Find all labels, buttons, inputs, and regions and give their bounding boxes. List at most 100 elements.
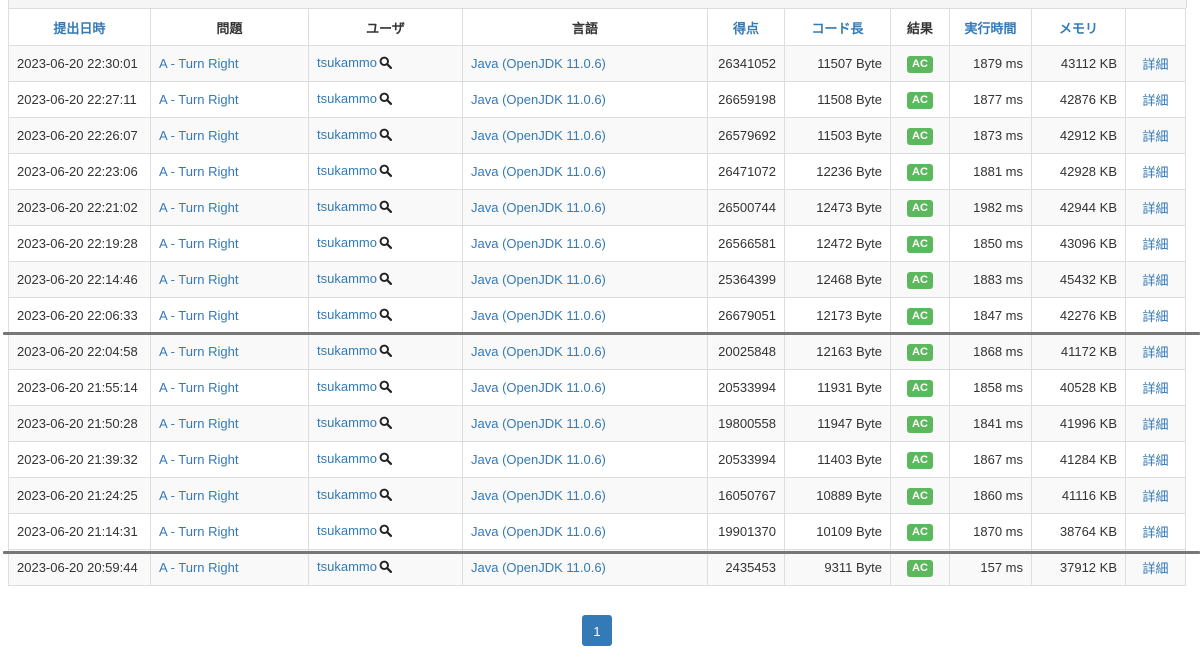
magnifier-icon[interactable]: [379, 200, 392, 216]
magnifier-icon[interactable]: [379, 308, 392, 324]
magnifier-icon[interactable]: [379, 488, 392, 504]
header-submit-time[interactable]: 提出日時: [8, 8, 151, 46]
user-link[interactable]: tsukammo: [317, 451, 377, 466]
user-link[interactable]: tsukammo: [317, 91, 377, 106]
header-code-length[interactable]: コード長: [784, 8, 891, 46]
user-link[interactable]: tsukammo: [317, 235, 377, 250]
language-link[interactable]: Java (OpenJDK 11.0.6): [471, 236, 606, 251]
user-link[interactable]: tsukammo: [317, 523, 377, 538]
magnifier-icon[interactable]: [379, 560, 392, 576]
language-link[interactable]: Java (OpenJDK 11.0.6): [471, 272, 606, 287]
problem-link[interactable]: A - Turn Right: [159, 236, 238, 251]
problem-cell: A - Turn Right: [150, 189, 309, 226]
magnifier-icon[interactable]: [379, 524, 392, 540]
pagination-page-button[interactable]: 1: [582, 615, 612, 646]
status-badge: AC: [907, 487, 933, 505]
language-cell: Java (OpenJDK 11.0.6): [462, 369, 708, 406]
magnifier-icon[interactable]: [379, 380, 392, 396]
problem-link[interactable]: A - Turn Right: [159, 92, 238, 107]
detail-link[interactable]: 詳細: [1142, 309, 1168, 324]
detail-link[interactable]: 詳細: [1142, 201, 1168, 216]
magnifier-icon[interactable]: [379, 344, 392, 360]
submit-time-cell: 2023-06-20 22:04:58: [8, 333, 151, 370]
problem-link[interactable]: A - Turn Right: [159, 560, 238, 575]
header-exec-time[interactable]: 実行時間: [949, 8, 1032, 46]
detail-link[interactable]: 詳細: [1142, 417, 1168, 432]
language-link[interactable]: Java (OpenJDK 11.0.6): [471, 56, 606, 71]
status-badge: AC: [907, 163, 933, 181]
language-link[interactable]: Java (OpenJDK 11.0.6): [471, 92, 606, 107]
language-link[interactable]: Java (OpenJDK 11.0.6): [471, 452, 606, 467]
problem-link[interactable]: A - Turn Right: [159, 164, 238, 179]
detail-link[interactable]: 詳細: [1142, 57, 1168, 72]
user-link[interactable]: tsukammo: [317, 199, 377, 214]
language-link[interactable]: Java (OpenJDK 11.0.6): [471, 488, 606, 503]
result-cell: AC: [890, 477, 950, 514]
detail-link[interactable]: 詳細: [1142, 345, 1168, 360]
magnifier-icon[interactable]: [379, 452, 392, 468]
magnifier-icon[interactable]: [379, 416, 392, 432]
detail-link[interactable]: 詳細: [1142, 237, 1168, 252]
user-link[interactable]: tsukammo: [317, 415, 377, 430]
user-cell: tsukammo: [308, 297, 463, 334]
detail-link[interactable]: 詳細: [1142, 129, 1168, 144]
detail-link[interactable]: 詳細: [1142, 561, 1168, 576]
header-memory[interactable]: メモリ: [1031, 8, 1126, 46]
status-badge: AC: [907, 379, 933, 397]
detail-link[interactable]: 詳細: [1142, 273, 1168, 288]
language-link[interactable]: Java (OpenJDK 11.0.6): [471, 524, 606, 539]
result-cell: AC: [890, 513, 950, 550]
magnifier-icon[interactable]: [379, 272, 392, 288]
user-link[interactable]: tsukammo: [317, 343, 377, 358]
language-link[interactable]: Java (OpenJDK 11.0.6): [471, 560, 606, 575]
detail-link[interactable]: 詳細: [1142, 489, 1168, 504]
user-link[interactable]: tsukammo: [317, 559, 377, 574]
problem-link[interactable]: A - Turn Right: [159, 524, 238, 539]
user-link[interactable]: tsukammo: [317, 55, 377, 70]
magnifier-icon[interactable]: [379, 56, 392, 72]
language-link[interactable]: Java (OpenJDK 11.0.6): [471, 380, 606, 395]
result-cell: AC: [890, 45, 950, 82]
status-badge: AC: [907, 307, 933, 325]
magnifier-icon[interactable]: [379, 164, 392, 180]
problem-cell: A - Turn Right: [150, 549, 309, 586]
magnifier-icon[interactable]: [379, 92, 392, 108]
problem-link[interactable]: A - Turn Right: [159, 344, 238, 359]
magnifier-icon[interactable]: [379, 128, 392, 144]
magnifier-icon[interactable]: [379, 236, 392, 252]
detail-link[interactable]: 詳細: [1142, 381, 1168, 396]
detail-link[interactable]: 詳細: [1142, 93, 1168, 108]
language-link[interactable]: Java (OpenJDK 11.0.6): [471, 416, 606, 431]
language-link[interactable]: Java (OpenJDK 11.0.6): [471, 200, 606, 215]
header-score[interactable]: 得点: [707, 8, 785, 46]
memory-cell: 42276 KB: [1031, 297, 1126, 334]
language-link[interactable]: Java (OpenJDK 11.0.6): [471, 164, 606, 179]
language-link[interactable]: Java (OpenJDK 11.0.6): [471, 128, 606, 143]
user-link[interactable]: tsukammo: [317, 271, 377, 286]
detail-link[interactable]: 詳細: [1142, 453, 1168, 468]
problem-link[interactable]: A - Turn Right: [159, 200, 238, 215]
highlight-divider-lower: [3, 551, 1200, 554]
problem-link[interactable]: A - Turn Right: [159, 380, 238, 395]
problem-link[interactable]: A - Turn Right: [159, 416, 238, 431]
problem-link[interactable]: A - Turn Right: [159, 56, 238, 71]
problem-link[interactable]: A - Turn Right: [159, 128, 238, 143]
language-link[interactable]: Java (OpenJDK 11.0.6): [471, 344, 606, 359]
user-link[interactable]: tsukammo: [317, 307, 377, 322]
language-link[interactable]: Java (OpenJDK 11.0.6): [471, 308, 606, 323]
detail-link[interactable]: 詳細: [1142, 165, 1168, 180]
user-link[interactable]: tsukammo: [317, 163, 377, 178]
user-link[interactable]: tsukammo: [317, 379, 377, 394]
user-link[interactable]: tsukammo: [317, 127, 377, 142]
problem-link[interactable]: A - Turn Right: [159, 272, 238, 287]
user-link[interactable]: tsukammo: [317, 487, 377, 502]
table-header-row: 提出日時 問題 ユーザ 言語 得点 コード長 結果 実行時間 メモリ: [8, 8, 1186, 46]
submit-time-cell: 2023-06-20 22:14:46: [8, 261, 151, 298]
score-cell: 26659198: [707, 81, 785, 118]
memory-cell: 38764 KB: [1031, 513, 1126, 550]
problem-cell: A - Turn Right: [150, 225, 309, 262]
detail-link[interactable]: 詳細: [1142, 525, 1168, 540]
problem-link[interactable]: A - Turn Right: [159, 452, 238, 467]
problem-link[interactable]: A - Turn Right: [159, 488, 238, 503]
problem-link[interactable]: A - Turn Right: [159, 308, 238, 323]
